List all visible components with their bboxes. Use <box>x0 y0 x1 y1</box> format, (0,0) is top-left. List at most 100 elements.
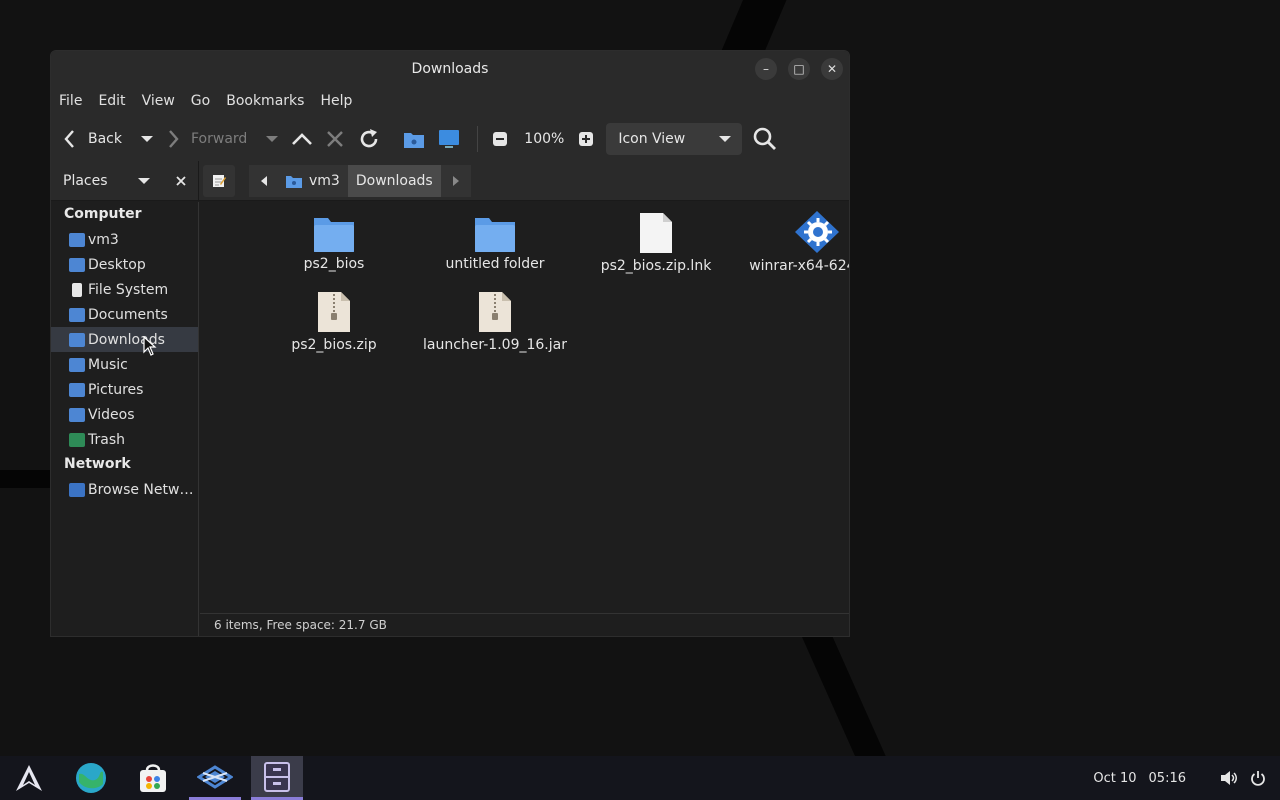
app-menu-icon <box>16 765 42 791</box>
file-view[interactable]: ps2_bios untitled folder ps2_bios.zip.ln… <box>200 202 849 613</box>
file-name: untitled folder <box>445 256 545 272</box>
sidebar-item-label: Desktop <box>88 256 146 273</box>
toolbar: Back Forward 100% Icon View <box>51 116 849 161</box>
pcsx2-icon <box>197 764 233 789</box>
menu-file[interactable]: File <box>59 93 90 109</box>
sidebar-title: Places <box>63 173 108 189</box>
software-store-button[interactable] <box>127 756 179 800</box>
menu-help[interactable]: Help <box>320 93 360 109</box>
home-folder-icon <box>69 232 85 247</box>
caret-down-icon <box>266 135 279 142</box>
sidebar-item-label: Documents <box>88 306 168 323</box>
clock-date[interactable]: Oct 10 <box>1093 771 1136 786</box>
close-button[interactable]: ✕ <box>821 58 843 80</box>
sidebar-item-music[interactable]: Music <box>51 352 198 377</box>
breadcrumb-back-arrow[interactable] <box>249 165 279 197</box>
file-name: ps2_bios.zip.lnk <box>600 258 712 274</box>
home-button[interactable] <box>403 123 425 155</box>
search-button[interactable] <box>752 123 778 155</box>
close-sidebar-icon[interactable] <box>175 175 187 187</box>
window-titlebar[interactable]: Downloads – □ ✕ <box>51 51 849 86</box>
zoom-out-button[interactable] <box>492 123 508 155</box>
desktop-folder-icon <box>69 257 85 272</box>
sidebar-item-downloads[interactable]: Downloads <box>51 327 198 352</box>
menu-go[interactable]: Go <box>191 93 218 109</box>
file-item[interactable]: ps2_bios <box>254 212 414 272</box>
caret-down-icon <box>141 135 153 142</box>
folder-icon <box>314 218 354 252</box>
videos-folder-icon <box>69 407 85 422</box>
maximize-button[interactable]: □ <box>788 58 810 80</box>
file-item[interactable]: ps2_bios.zip.lnk <box>576 212 736 274</box>
stop-button[interactable] <box>325 123 345 155</box>
downloads-folder-icon <box>69 332 85 347</box>
sidebar-item-trash[interactable]: Trash <box>51 427 198 452</box>
sidebar-item-desktop[interactable]: Desktop <box>51 252 198 277</box>
file-item[interactable]: ps2_bios.zip <box>254 291 414 353</box>
breadcrumb-forward-arrow[interactable] <box>440 165 471 197</box>
app-menu-button[interactable] <box>3 756 55 800</box>
sidebar-item-label: Videos <box>88 406 135 423</box>
location-bar: Places vm3 Downloads <box>51 161 849 201</box>
clock-time[interactable]: 05:16 <box>1149 771 1186 786</box>
file-item[interactable]: untitled folder <box>415 212 575 272</box>
menu-view[interactable]: View <box>142 93 183 109</box>
forward-button[interactable]: Forward <box>164 123 247 155</box>
plus-icon <box>579 131 594 146</box>
reload-button[interactable] <box>357 123 381 155</box>
sidebar-item-label: Music <box>88 356 128 373</box>
sidebar-item-label: Pictures <box>88 381 144 398</box>
sidebar-header: Places <box>51 161 199 201</box>
chevron-up-icon <box>292 132 313 145</box>
sidebar-item-vm3[interactable]: vm3 <box>51 227 198 252</box>
folder-icon <box>475 218 515 252</box>
sidebar-item-documents[interactable]: Documents <box>51 302 198 327</box>
forward-history-dropdown[interactable] <box>265 123 279 155</box>
home-folder-icon <box>286 176 302 188</box>
caret-left-icon <box>261 176 267 186</box>
menu-edit[interactable]: Edit <box>98 93 133 109</box>
view-mode-select[interactable]: Icon View <box>606 122 743 155</box>
caret-right-icon <box>452 176 459 186</box>
executable-gear-icon <box>795 211 839 253</box>
breadcrumb-item-downloads[interactable]: Downloads <box>347 165 441 197</box>
search-icon <box>754 127 777 150</box>
power-icon[interactable] <box>1250 770 1266 786</box>
file-manager-button[interactable] <box>251 756 303 800</box>
sidebar-item-browse-network[interactable]: Browse Netw… <box>51 477 198 502</box>
chevron-right-icon <box>169 129 179 148</box>
file-item[interactable]: winrar-x64-624.exe <box>737 210 849 274</box>
sidebar-item-label: vm3 <box>88 231 119 248</box>
minimize-button[interactable]: – <box>755 58 777 80</box>
file-name: ps2_bios <box>303 256 365 272</box>
status-bar: 6 items, Free space: 21.7 GB <box>200 613 849 636</box>
system-tray: Oct 10 05:16 <box>1093 756 1266 800</box>
file-manager-icon <box>264 761 290 792</box>
sidebar-item-file-system[interactable]: File System <box>51 277 198 302</box>
back-history-dropdown[interactable] <box>140 123 154 155</box>
file-name: launcher-1.09_16.jar <box>423 337 567 353</box>
menu-bookmarks[interactable]: Bookmarks <box>226 93 312 109</box>
archive-zip-icon <box>318 292 350 332</box>
browser-icon <box>76 763 106 793</box>
file-item[interactable]: launcher-1.09_16.jar <box>415 291 575 353</box>
browser-button[interactable] <box>65 756 117 800</box>
volume-icon[interactable] <box>1220 770 1238 786</box>
pcsx2-button[interactable] <box>189 756 241 800</box>
computer-button[interactable] <box>437 123 461 155</box>
zoom-in-button[interactable] <box>578 123 594 155</box>
places-sidebar: Computer vm3 Desktop File System Documen… <box>51 202 199 636</box>
trash-icon <box>69 432 85 447</box>
reload-icon <box>361 128 378 147</box>
wallpaper-stripe <box>0 470 52 488</box>
back-button[interactable]: Back <box>61 123 122 155</box>
up-button[interactable] <box>291 123 313 155</box>
breadcrumb: vm3 Downloads <box>203 165 471 197</box>
caret-down-icon[interactable] <box>137 176 151 186</box>
breadcrumb-label: vm3 <box>309 173 340 189</box>
sidebar-item-label: File System <box>88 281 169 298</box>
breadcrumb-item-vm3[interactable]: vm3 <box>279 165 348 197</box>
toggle-location-entry-button[interactable] <box>203 165 235 197</box>
sidebar-item-pictures[interactable]: Pictures <box>51 377 198 402</box>
sidebar-item-videos[interactable]: Videos <box>51 402 198 427</box>
